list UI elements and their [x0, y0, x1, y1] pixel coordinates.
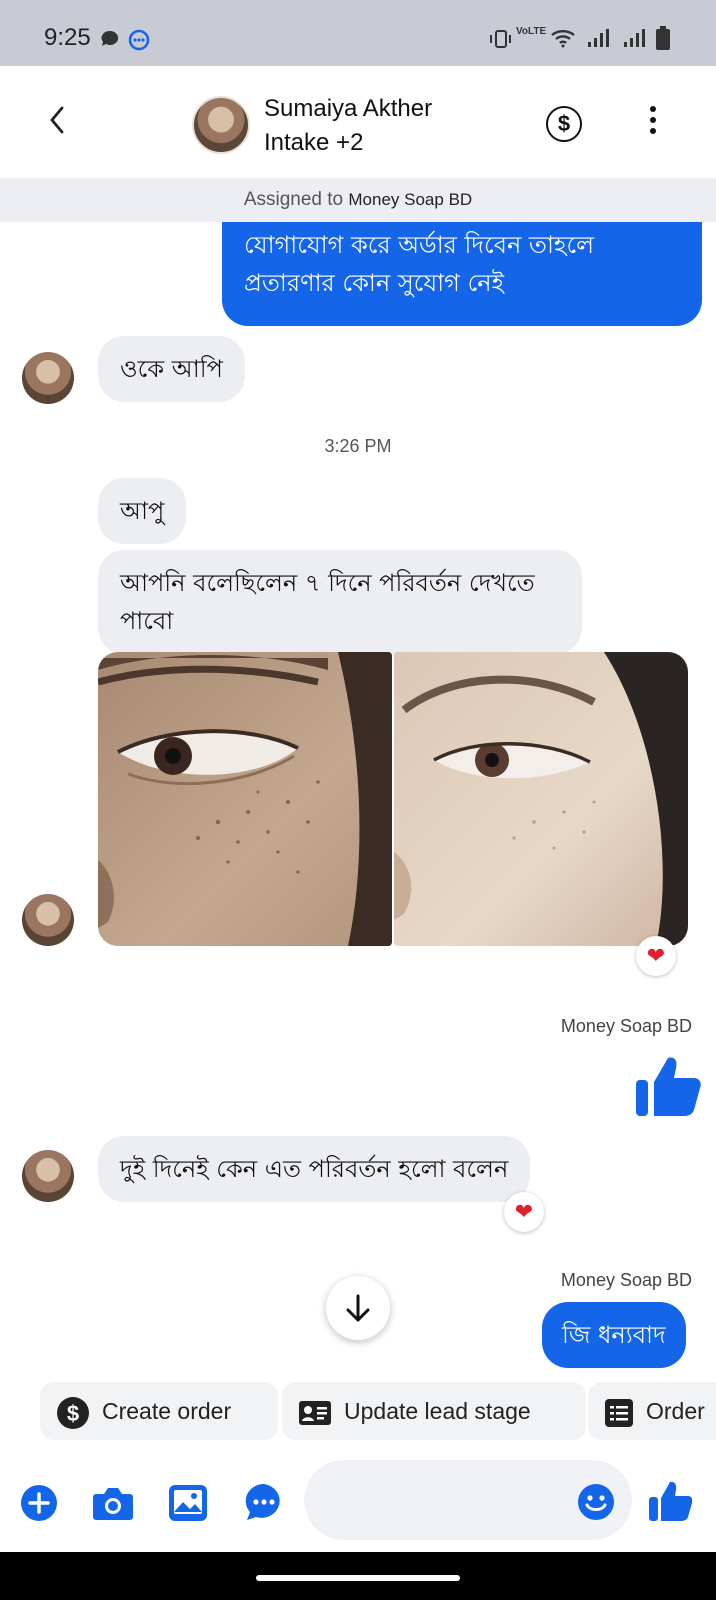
- incoming-message[interactable]: ওকে আপি: [98, 336, 245, 402]
- message-text: জি ধন্যবাদ: [562, 1321, 666, 1349]
- list-icon: [605, 1398, 633, 1427]
- order-button[interactable]: Order: [588, 1382, 716, 1440]
- emoji-icon[interactable]: [576, 1482, 616, 1522]
- assigned-prefix: Assigned to: [243, 189, 344, 210]
- message-line: পাবো: [120, 607, 174, 635]
- signal-icon: [588, 29, 609, 47]
- vibrate-icon: [490, 30, 511, 48]
- photo-attachment[interactable]: [394, 652, 688, 946]
- contact-title[interactable]: Sumaiya Akther Intake +2: [264, 92, 432, 160]
- scroll-to-bottom-button[interactable]: [326, 1276, 390, 1340]
- create-order-label: Create order: [102, 1398, 232, 1424]
- more-apps-icon[interactable]: [244, 1482, 284, 1522]
- message-line: আপনি বলেছিলেন ৭ দিনে পরিবর্তন দেখতে: [120, 569, 535, 597]
- message-text: দুই দিনেই কেন এত পরিবর্তন হলো বলেন: [120, 1155, 509, 1183]
- heart-reaction-icon[interactable]: ❤: [504, 1192, 544, 1232]
- photo-attachment[interactable]: [98, 652, 392, 946]
- message-text: আপু: [120, 497, 165, 525]
- signal-icon: [624, 29, 645, 47]
- gallery-icon[interactable]: [168, 1484, 208, 1522]
- assigned-page: Money Soap BD: [348, 190, 473, 209]
- message-line: প্রতারণার কোন সুযোগ নেই: [244, 269, 505, 297]
- dollar-circle-icon: $: [57, 1396, 89, 1429]
- order-label: Order: [646, 1398, 705, 1424]
- contact-avatar[interactable]: [192, 96, 250, 154]
- plus-icon[interactable]: [20, 1484, 58, 1522]
- sender-avatar[interactable]: [22, 352, 74, 404]
- battery-icon: [656, 26, 670, 50]
- update-lead-stage-button[interactable]: Update lead stage: [282, 1382, 586, 1440]
- incoming-message[interactable]: আপনি বলেছিলেন ৭ দিনে পরিবর্তন দেখতে পাবো: [98, 550, 582, 654]
- camera-icon[interactable]: [92, 1484, 134, 1522]
- outgoing-message[interactable]: জি ধন্যবাদ: [542, 1302, 686, 1368]
- sender-label: Money Soap BD: [560, 1016, 692, 1036]
- chat-bubble-icon: [101, 30, 119, 46]
- arrow-down-icon: [346, 1294, 370, 1322]
- back-arrow-icon[interactable]: [42, 100, 72, 140]
- heart-reaction-icon[interactable]: ❤: [636, 936, 676, 976]
- volte-icon: VoLTE: [516, 26, 547, 37]
- home-gesture-handle[interactable]: [256, 1575, 460, 1581]
- sender-avatar[interactable]: [22, 1150, 74, 1202]
- time-divider: 3:26 PM: [324, 436, 392, 456]
- thumbs-up-icon[interactable]: [648, 1480, 692, 1522]
- message-text: ওকে আপি: [120, 355, 223, 383]
- contact-name: Sumaiya Akther: [264, 95, 433, 122]
- update-lead-stage-label: Update lead stage: [344, 1398, 531, 1424]
- sender-label: Money Soap BD: [560, 1270, 692, 1290]
- svg-text:$: $: [67, 1401, 79, 1426]
- incoming-message[interactable]: আপু: [98, 478, 187, 544]
- messenger-icon: [128, 29, 150, 51]
- create-order-button[interactable]: $ Create order: [40, 1382, 278, 1440]
- wifi-icon: [551, 29, 575, 48]
- assigned-banner: Assigned to Money Soap BD: [0, 178, 716, 222]
- contact-card-icon: [299, 1400, 331, 1425]
- contact-subtitle: Intake +2: [264, 129, 364, 156]
- thumbs-up-message-icon[interactable]: [634, 1052, 702, 1120]
- incoming-message[interactable]: দুই দিনেই কেন এত পরিবর্তন হলো বলেন: [98, 1136, 531, 1202]
- status-time: 9:25: [44, 24, 91, 51]
- sender-avatar[interactable]: [22, 894, 74, 946]
- kebab-menu-icon[interactable]: [648, 106, 658, 140]
- message-line: যোগাযোগ করে অর্ডার দিবেন তাহলে: [244, 231, 595, 259]
- payment-button[interactable]: $: [546, 106, 582, 142]
